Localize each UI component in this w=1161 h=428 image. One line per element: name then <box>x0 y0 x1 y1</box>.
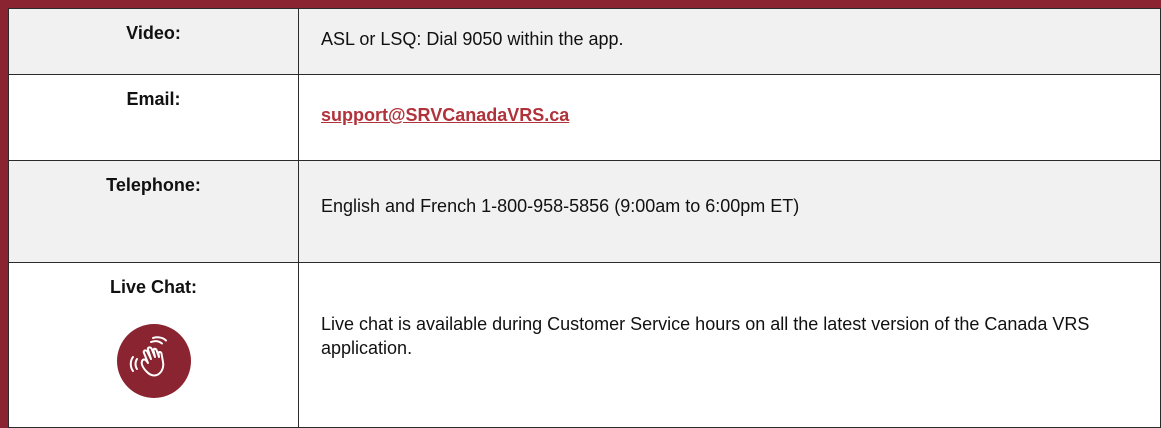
telephone-value-cell: English and French 1-800-958-5856 (9:00a… <box>298 160 1161 263</box>
email-value-cell: support@SRVCanadaVRS.ca <box>298 74 1161 161</box>
email-label: Email: <box>126 89 181 109</box>
telephone-label-cell: Telephone: <box>8 160 299 263</box>
table-row-video: Video: ASL or LSQ: Dial 9050 within the … <box>8 8 1161 75</box>
email-link[interactable]: support@SRVCanadaVRS.ca <box>321 105 569 125</box>
video-value-cell: ASL or LSQ: Dial 9050 within the app. <box>298 8 1161 75</box>
video-value: ASL or LSQ: Dial 9050 within the app. <box>321 29 624 49</box>
live-chat-value: Live chat is available during Customer S… <box>321 314 1090 359</box>
waving-hand-icon <box>116 324 191 398</box>
live-chat-value-cell: Live chat is available during Customer S… <box>298 262 1161 428</box>
video-label: Video: <box>126 23 181 43</box>
live-chat-label: Live Chat: <box>109 277 197 297</box>
contact-methods-table: Video: ASL or LSQ: Dial 9050 within the … <box>8 8 1161 428</box>
contact-info-panel: Video: ASL or LSQ: Dial 9050 within the … <box>8 8 1161 428</box>
telephone-label: Telephone: <box>106 175 201 195</box>
email-value-wrap: support@SRVCanadaVRS.ca <box>299 75 1160 126</box>
table-row-live-chat: Live Chat: Live chat is available during… <box>8 262 1161 428</box>
live-chat-label-cell: Live Chat: <box>8 262 299 428</box>
table-row-telephone: Telephone: English and French 1-800-958-… <box>8 160 1161 263</box>
email-label-cell: Email: <box>8 74 299 161</box>
telephone-value: English and French 1-800-958-5856 (9:00a… <box>321 196 800 216</box>
video-label-cell: Video: <box>8 8 299 75</box>
table-row-email: Email: support@SRVCanadaVRS.ca <box>8 74 1161 161</box>
